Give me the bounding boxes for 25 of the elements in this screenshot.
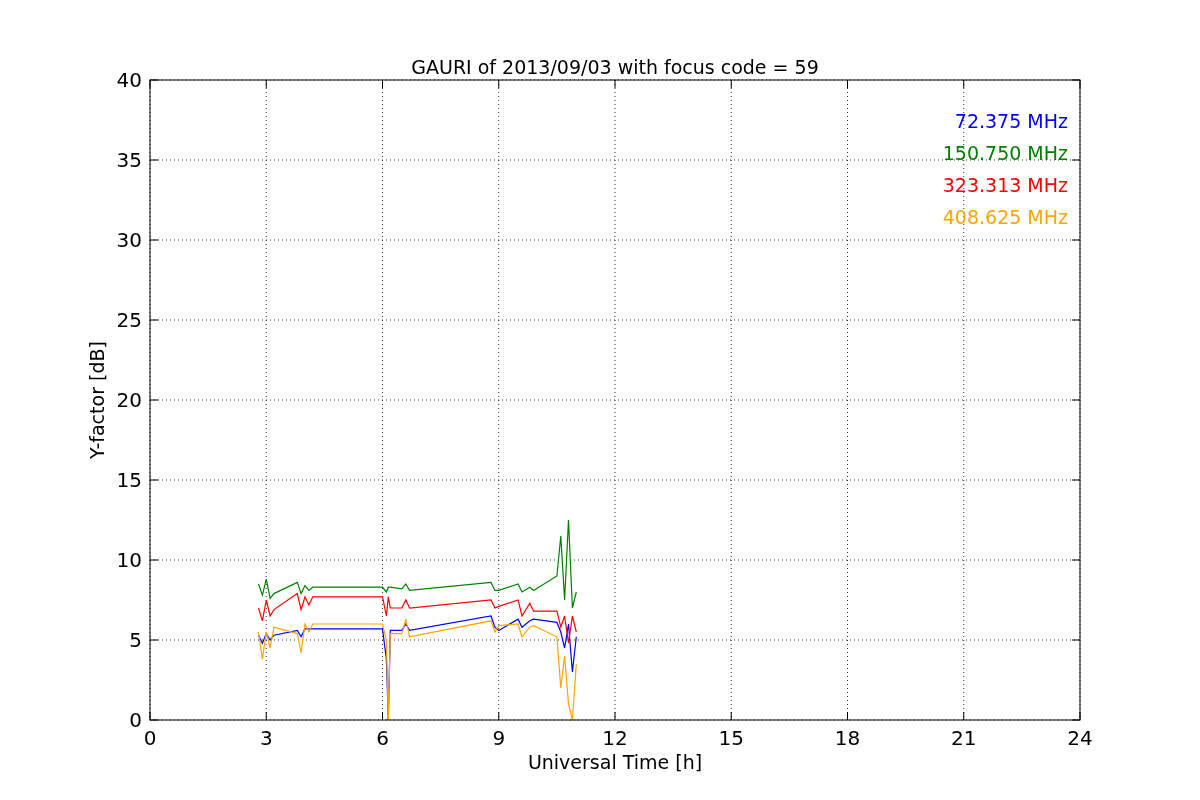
legend-label: 150.750 MHz [942, 142, 1068, 164]
x-tick-label: 15 [718, 726, 744, 750]
legend-label: 72.375 MHz [954, 110, 1068, 132]
x-tick-label: 3 [259, 726, 273, 750]
legend-label: 323.313 MHz [942, 174, 1068, 196]
x-tick-label: 21 [951, 726, 977, 750]
x-tick-label: 0 [143, 726, 157, 750]
x-tick-label: 12 [602, 726, 628, 750]
x-tick-label: 6 [376, 726, 389, 750]
legend-label: 408.625 MHz [942, 206, 1068, 228]
y-tick-label: 25 [116, 308, 142, 332]
y-tick-label: 40 [116, 68, 142, 92]
chart-title: GAURI of 2013/09/03 with focus code = 59 [411, 56, 819, 78]
y-tick-label: 10 [116, 548, 142, 572]
y-axis-label: Y-factor [dB] [86, 341, 108, 459]
x-tick-label: 24 [1067, 726, 1093, 750]
y-tick-label: 20 [116, 388, 142, 412]
x-axis-label: Universal Time [h] [527, 751, 703, 773]
x-tick-label: 18 [834, 726, 861, 750]
y-tick-label: 35 [116, 148, 142, 172]
y-tick-label: 0 [129, 708, 142, 732]
y-tick-label: 30 [116, 228, 142, 252]
y-tick-label: 15 [116, 468, 142, 492]
x-tick-label: 9 [492, 726, 506, 750]
y-tick-label: 5 [129, 628, 142, 652]
